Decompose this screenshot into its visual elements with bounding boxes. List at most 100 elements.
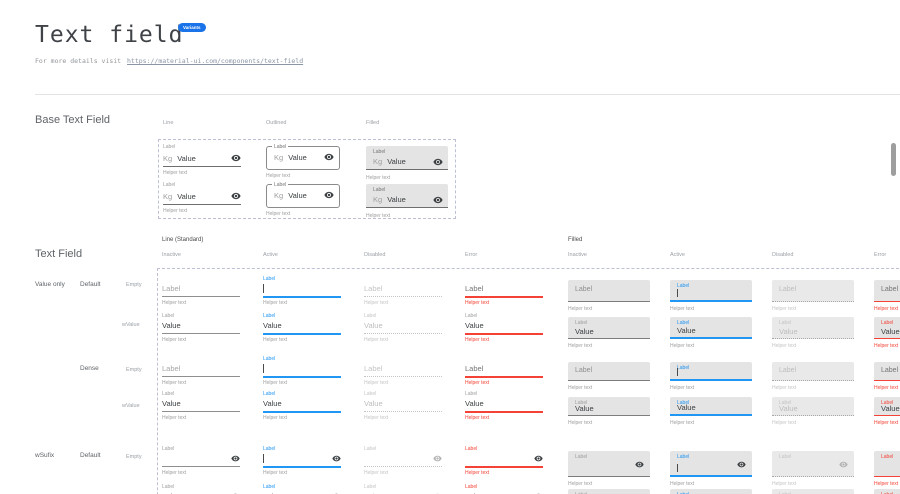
field-underline — [465, 296, 543, 298]
field-label: Label — [677, 454, 689, 460]
visibility-icon[interactable] — [534, 454, 543, 463]
field-filled-error-default-wvalue[interactable]: LabelValueHelper text — [874, 313, 900, 351]
field-label: Label — [364, 446, 376, 452]
field-filled-error-dense-wvalue[interactable]: LabelValueHelper text — [874, 391, 900, 428]
field-filled-active-default-wvalue[interactable]: LabelValue Helper text — [670, 313, 752, 351]
field-label: Label — [162, 484, 174, 490]
field-line-disabled-dense-wvalue[interactable]: LabelValueHelper text — [364, 391, 442, 421]
field-filled-active-default-empty[interactable]: LabelHelper text — [670, 276, 752, 314]
field-line-inactive-dense-empty[interactable]: LabelHelper text — [162, 356, 240, 386]
field-line-error-dense-empty[interactable]: Label Helper text — [465, 356, 543, 386]
visibility-icon[interactable] — [635, 460, 644, 469]
visibility-icon[interactable] — [433, 454, 442, 463]
field-line-inactive-wsufix-wvalue[interactable]: LabelValueHelper text — [162, 484, 240, 494]
field-filled-active-dense-wvalue[interactable]: LabelValueHelper text — [670, 391, 752, 428]
field-filled-error-wsufix-empty[interactable]: LabelHelper text — [874, 446, 900, 489]
field-underline — [364, 376, 442, 377]
filled-box: Label — [670, 451, 752, 477]
field-filled-disabled-default-wvalue[interactable]: LabelValueHelper text — [772, 313, 854, 351]
visibility-icon[interactable] — [332, 454, 341, 463]
visibility-icon[interactable] — [839, 460, 848, 469]
field-filled-disabled-dense-empty[interactable]: LabelHelper text — [772, 356, 854, 393]
field-filled-inactive-dense-empty[interactable]: LabelHelper text — [568, 356, 650, 393]
field-input-row — [263, 283, 341, 295]
field-filled-error-wsufix-wvalue[interactable]: LabelValueHelper text — [874, 484, 900, 494]
field-filled-active-wsufix-wvalue[interactable]: LabelValueHelper text — [670, 484, 752, 494]
field-line-disabled-wsufix-empty[interactable]: LabelHelper text — [364, 446, 442, 476]
helper-text: Helper text — [465, 380, 489, 386]
field-line-inactive-default-wvalue[interactable]: LabelValueHelper text — [162, 313, 240, 343]
field-filled-active-wsufix-empty[interactable]: LabelHelper text — [670, 446, 752, 489]
filled-box: Label — [874, 280, 900, 302]
visibility-icon[interactable] — [737, 460, 746, 469]
field-line-active-default-wvalue[interactable]: LabelValueHelper text — [263, 313, 341, 343]
field-label: Label — [162, 446, 174, 452]
field-line-disabled-dense-empty[interactable]: LabelHelper text — [364, 356, 442, 386]
field-input-row — [263, 363, 341, 375]
field-line-error-dense-wvalue[interactable]: LabelValueHelper text — [465, 391, 543, 421]
field-input-row: Label — [465, 363, 543, 375]
helper-text: Helper text — [465, 337, 489, 343]
field-line-inactive-default-empty[interactable]: Label Helper text — [162, 276, 240, 306]
scrollbar-thumb[interactable] — [891, 143, 896, 176]
field-line-disabled-wsufix-wvalue[interactable]: LabelValueHelper text — [364, 484, 442, 494]
field-placeholder-label: Label — [162, 364, 180, 373]
field-value: Value — [575, 404, 594, 414]
helper-text: Helper text — [465, 300, 489, 306]
field-line-active-dense-empty[interactable]: LabelHelper text — [263, 356, 341, 386]
field-line-inactive-dense-wvalue[interactable]: LabelValueHelper text — [162, 391, 240, 421]
field-line-error-default-empty[interactable]: LabelHelper text — [465, 276, 543, 306]
helper-text: Helper text — [874, 420, 898, 426]
field-line-active-wsufix-wvalue[interactable]: LabelValueHelper text — [263, 484, 341, 494]
field-filled-disabled-wsufix-wvalue[interactable]: LabelValueHelper text — [772, 484, 854, 494]
field-filled-disabled-dense-wvalue[interactable]: LabelValueHelper text — [772, 391, 854, 428]
field-underline — [465, 333, 543, 335]
field-line-disabled-default-empty[interactable]: LabelHelper text — [364, 276, 442, 306]
field-filled-inactive-wsufix-empty[interactable]: LabelHelper text — [568, 446, 650, 489]
field-value: Value — [465, 321, 484, 330]
field-underline — [263, 333, 341, 335]
field-value: Value — [263, 399, 282, 408]
field-line-error-wsufix-wvalue[interactable]: LabelValueHelper text — [465, 484, 543, 494]
field-line-error-default-wvalue[interactable]: LabelValueHelper text — [465, 313, 543, 343]
field-label: Label — [677, 365, 689, 371]
filled-box: Label — [772, 362, 854, 381]
field-value: Value — [677, 326, 696, 336]
filled-box: LabelValue — [568, 317, 650, 339]
filled-box: LabelValue — [568, 489, 650, 494]
helper-text: Helper text — [670, 343, 694, 349]
field-line-active-dense-wvalue[interactable]: LabelValueHelper text — [263, 391, 341, 421]
field-value: Value — [779, 404, 798, 414]
helper-text: Helper text — [874, 306, 898, 312]
field-input-row: Value — [465, 398, 543, 410]
field-filled-inactive-wsufix-wvalue[interactable]: LabelValueHelper text — [568, 484, 650, 494]
field-filled-inactive-dense-wvalue[interactable]: LabelValueHelper text — [568, 391, 650, 428]
field-filled-active-dense-empty[interactable]: LabelHelper text — [670, 356, 752, 393]
field-placeholder-label: Label — [162, 284, 180, 293]
field-line-disabled-default-wvalue[interactable]: LabelValueHelper text — [364, 313, 442, 343]
field-filled-disabled-default-empty[interactable]: LabelHelper text — [772, 276, 854, 314]
visibility-icon[interactable] — [231, 454, 240, 463]
field-filled-disabled-wsufix-empty[interactable]: LabelHelper text — [772, 446, 854, 489]
field-filled-error-default-empty[interactable]: Label Helper text — [874, 276, 900, 314]
field-filled-inactive-default-wvalue[interactable]: LabelValue Helper text — [568, 313, 650, 351]
field-line-inactive-wsufix-empty[interactable]: LabelHelper text — [162, 446, 240, 476]
field-line-active-default-empty[interactable]: LabelHelper text — [263, 276, 341, 306]
field-underline — [465, 411, 543, 413]
field-filled-error-dense-empty[interactable]: LabelHelper text — [874, 356, 900, 393]
field-line-active-wsufix-empty[interactable]: LabelHelper text — [263, 446, 341, 476]
field-filled-inactive-default-empty[interactable]: LabelHelper text — [568, 276, 650, 314]
field-input-row: Label — [364, 283, 442, 295]
filled-box: LabelValue — [772, 397, 854, 416]
field-placeholder-label: Label — [881, 367, 898, 374]
helper-text: Helper text — [568, 306, 592, 312]
filled-box: LabelValue — [670, 317, 752, 339]
helper-text: Helper text — [162, 300, 186, 306]
field-label: Label — [364, 484, 376, 490]
field-input-row: Value — [364, 320, 442, 332]
field-value: Value — [575, 327, 594, 337]
text-cursor — [263, 284, 264, 293]
field-line-error-wsufix-empty[interactable]: LabelHelper text — [465, 446, 543, 476]
field-underline — [465, 466, 543, 468]
helper-text: Helper text — [568, 343, 592, 349]
